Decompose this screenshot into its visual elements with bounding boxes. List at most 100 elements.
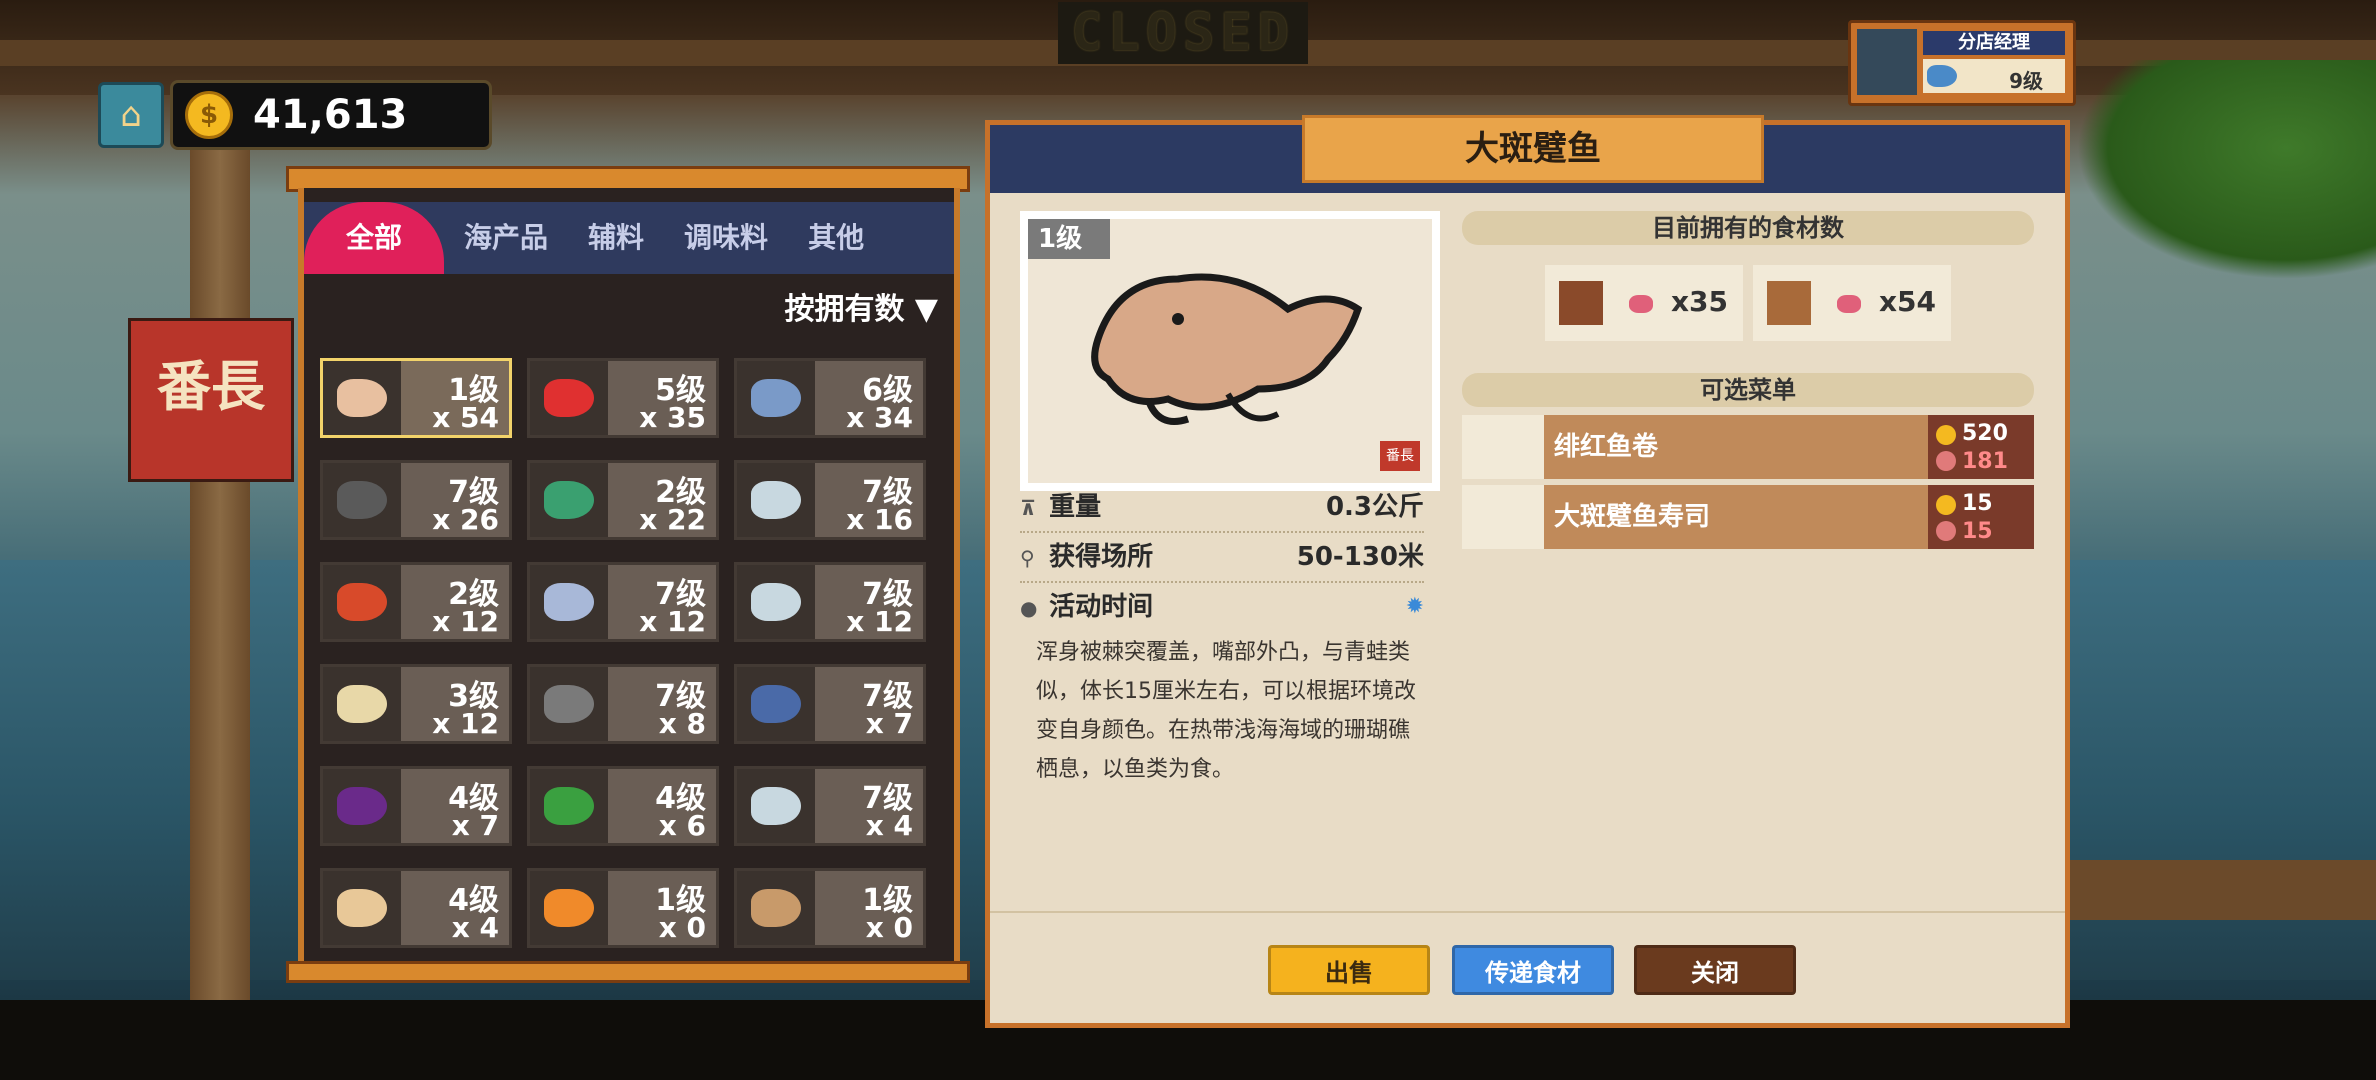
menu-item[interactable]: 绯红鱼卷 520 181 xyxy=(1462,415,2034,479)
ingredient-properties: ⊼ 重量 0.3公斤 ⚲ 获得场所 50-130米 ● 活动时间 ✹ xyxy=(1020,483,1424,631)
menu-item[interactable]: 大斑躄鱼寿司 15 15 xyxy=(1462,485,2034,549)
ingredient-quantity: x 7 xyxy=(865,707,913,740)
swordfish-icon xyxy=(751,379,801,417)
ingredient-thumbnail xyxy=(530,565,608,639)
ingredient-slot[interactable]: 7级 x 8 xyxy=(527,664,719,744)
tuna-head-icon xyxy=(751,481,801,519)
frogfish-ink-drawing xyxy=(1091,273,1363,425)
dish-price-box: 520 181 xyxy=(1928,415,2034,479)
home-button[interactable]: ⌂ xyxy=(98,82,164,148)
ingredient-quantity: x 54 xyxy=(432,401,499,434)
location-label: 获得场所 xyxy=(1049,542,1154,572)
ingredient-quantity: x 8 xyxy=(658,707,706,740)
owned-count: x35 xyxy=(1671,285,1729,318)
eggplant-icon xyxy=(337,787,387,825)
ingredient-slot[interactable]: 7级 x 4 xyxy=(734,766,926,846)
manager-level-box: 9级 xyxy=(1923,59,2065,93)
ingredient-thumbnail xyxy=(737,769,815,843)
ingredient-quantity: x 4 xyxy=(451,911,499,944)
weight-value: 0.3公斤 xyxy=(1325,492,1424,522)
ingredient-slot[interactable]: 7级 x 12 xyxy=(527,562,719,642)
ingredient-slot[interactable]: 5级 x 35 xyxy=(527,358,719,438)
rice-bag-icon xyxy=(337,685,387,723)
tab-supplements[interactable]: 辅料 xyxy=(568,202,664,274)
ingredient-thumbnail xyxy=(323,361,401,435)
grouper-icon xyxy=(337,583,387,621)
ingredient-thumbnail xyxy=(737,667,815,741)
ingredient-slot[interactable]: 7级 x 16 xyxy=(734,460,926,540)
ingredient-thumbnail xyxy=(323,871,401,945)
tab-all[interactable]: 全部 xyxy=(304,202,445,274)
ingredient-slot[interactable]: 1级 x 0 xyxy=(527,868,719,948)
ingredient-thumbnail xyxy=(323,667,401,741)
ingredient-quantity: x 12 xyxy=(432,707,499,740)
gold-amount: 41,613 xyxy=(253,92,408,138)
gold-counter: $ 41,613 xyxy=(170,80,492,150)
weight-row: ⊼ 重量 0.3公斤 xyxy=(1020,483,1424,533)
egg-icon xyxy=(337,889,387,927)
fish-icon xyxy=(1927,65,1957,87)
ingredient-slot[interactable]: 7级 x 12 xyxy=(734,562,926,642)
eel-icon xyxy=(337,481,387,519)
ingredient-slot[interactable]: 4级 x 6 xyxy=(527,766,719,846)
ingredient-thumbnail xyxy=(323,565,401,639)
sun-icon: ✹ xyxy=(1405,594,1424,619)
gold-coin-icon xyxy=(1936,495,1956,515)
ingredient-quantity: x 35 xyxy=(639,401,706,434)
footer-divider xyxy=(990,911,2065,913)
location-value: 50-130米 xyxy=(1296,542,1424,572)
ingredient-slot[interactable]: 7级 x 26 xyxy=(320,460,512,540)
ingredient-thumbnail xyxy=(530,871,608,945)
ingredient-slot[interactable]: 2级 x 22 xyxy=(527,460,719,540)
dish-price: 520 xyxy=(1962,421,2008,446)
owned-list: x35 x54 xyxy=(1545,265,1951,341)
ingredient-slot[interactable]: 6级 x 34 xyxy=(734,358,926,438)
fish-meat-icon xyxy=(1837,295,1861,313)
ingredient-slot[interactable]: 1级 x 54 xyxy=(320,358,512,438)
ingredient-slot[interactable]: 7级 x 7 xyxy=(734,664,926,744)
ingredient-name: 大斑躄鱼 xyxy=(1302,115,1764,183)
tab-seafood[interactable]: 海产品 xyxy=(444,202,568,274)
tuna-head-2-icon xyxy=(751,787,801,825)
ingredient-slot[interactable]: 3级 x 12 xyxy=(320,664,512,744)
restaurant-building-icon xyxy=(1559,281,1603,325)
inventory-body: 全部 海产品 辅料 调味料 其他 按拥有数 ▼ 1级 x 54 5级 x 35 6级 x … xyxy=(298,188,960,961)
ingredient-quantity: x 0 xyxy=(658,911,706,944)
dish-roll-icon xyxy=(1462,415,1544,479)
ingredient-thumbnail xyxy=(737,871,815,945)
ingredient-grid: 1级 x 54 5级 x 35 6级 x 34 7级 x 26 2级 x 22 7级 x 16 2级 x … xyxy=(320,358,940,948)
dish-name: 绯红鱼卷 xyxy=(1554,432,1659,462)
active-time-label: 活动时间 xyxy=(1049,592,1154,622)
sell-button[interactable]: 出售 xyxy=(1268,945,1430,995)
ingredient-quantity: x 12 xyxy=(639,605,706,638)
transfer-ingredient-button[interactable]: 传递食材 xyxy=(1452,945,1614,995)
owned-card-branch-2: x54 xyxy=(1753,265,1951,341)
available-menu: 绯红鱼卷 520 181 大斑躄鱼寿司 15 15 xyxy=(1462,415,2034,555)
branch-manager-card[interactable]: 分店经理 9级 xyxy=(1848,20,2076,106)
closed-sign: CLOSED xyxy=(1058,2,1308,64)
close-button[interactable]: 关闭 xyxy=(1634,945,1796,995)
yellowfin-head-icon xyxy=(751,583,801,621)
taste-icon xyxy=(1936,521,1956,541)
tab-seasoning[interactable]: 调味料 xyxy=(664,202,788,274)
tab-other[interactable]: 其他 xyxy=(788,202,884,274)
dish-taste: 15 xyxy=(1962,519,1993,544)
shop-sign: 番長 xyxy=(128,318,294,482)
ingredient-slot[interactable]: 2级 x 12 xyxy=(320,562,512,642)
owned-count: x54 xyxy=(1879,285,1937,318)
menu-header: 可选菜单 xyxy=(1462,373,2034,407)
manager-avatar xyxy=(1857,29,1917,95)
red-fish-icon xyxy=(544,379,594,417)
shark-icon xyxy=(544,685,594,723)
ingredient-slot[interactable]: 1级 x 0 xyxy=(734,868,926,948)
ingredient-quantity: x 34 xyxy=(846,401,913,434)
dish-sushi-icon xyxy=(1462,485,1544,549)
fish-meat-icon xyxy=(1629,295,1653,313)
ingredient-slot[interactable]: 4级 x 7 xyxy=(320,766,512,846)
counter xyxy=(2060,860,2376,920)
owned-card-branch-1: x35 xyxy=(1545,265,1743,341)
ingredient-quantity: x 6 xyxy=(658,809,706,842)
ingredient-slot[interactable]: 4级 x 4 xyxy=(320,868,512,948)
sort-dropdown[interactable]: 按拥有数 ▼ xyxy=(784,284,938,328)
manager-title: 分店经理 xyxy=(1923,31,2065,55)
